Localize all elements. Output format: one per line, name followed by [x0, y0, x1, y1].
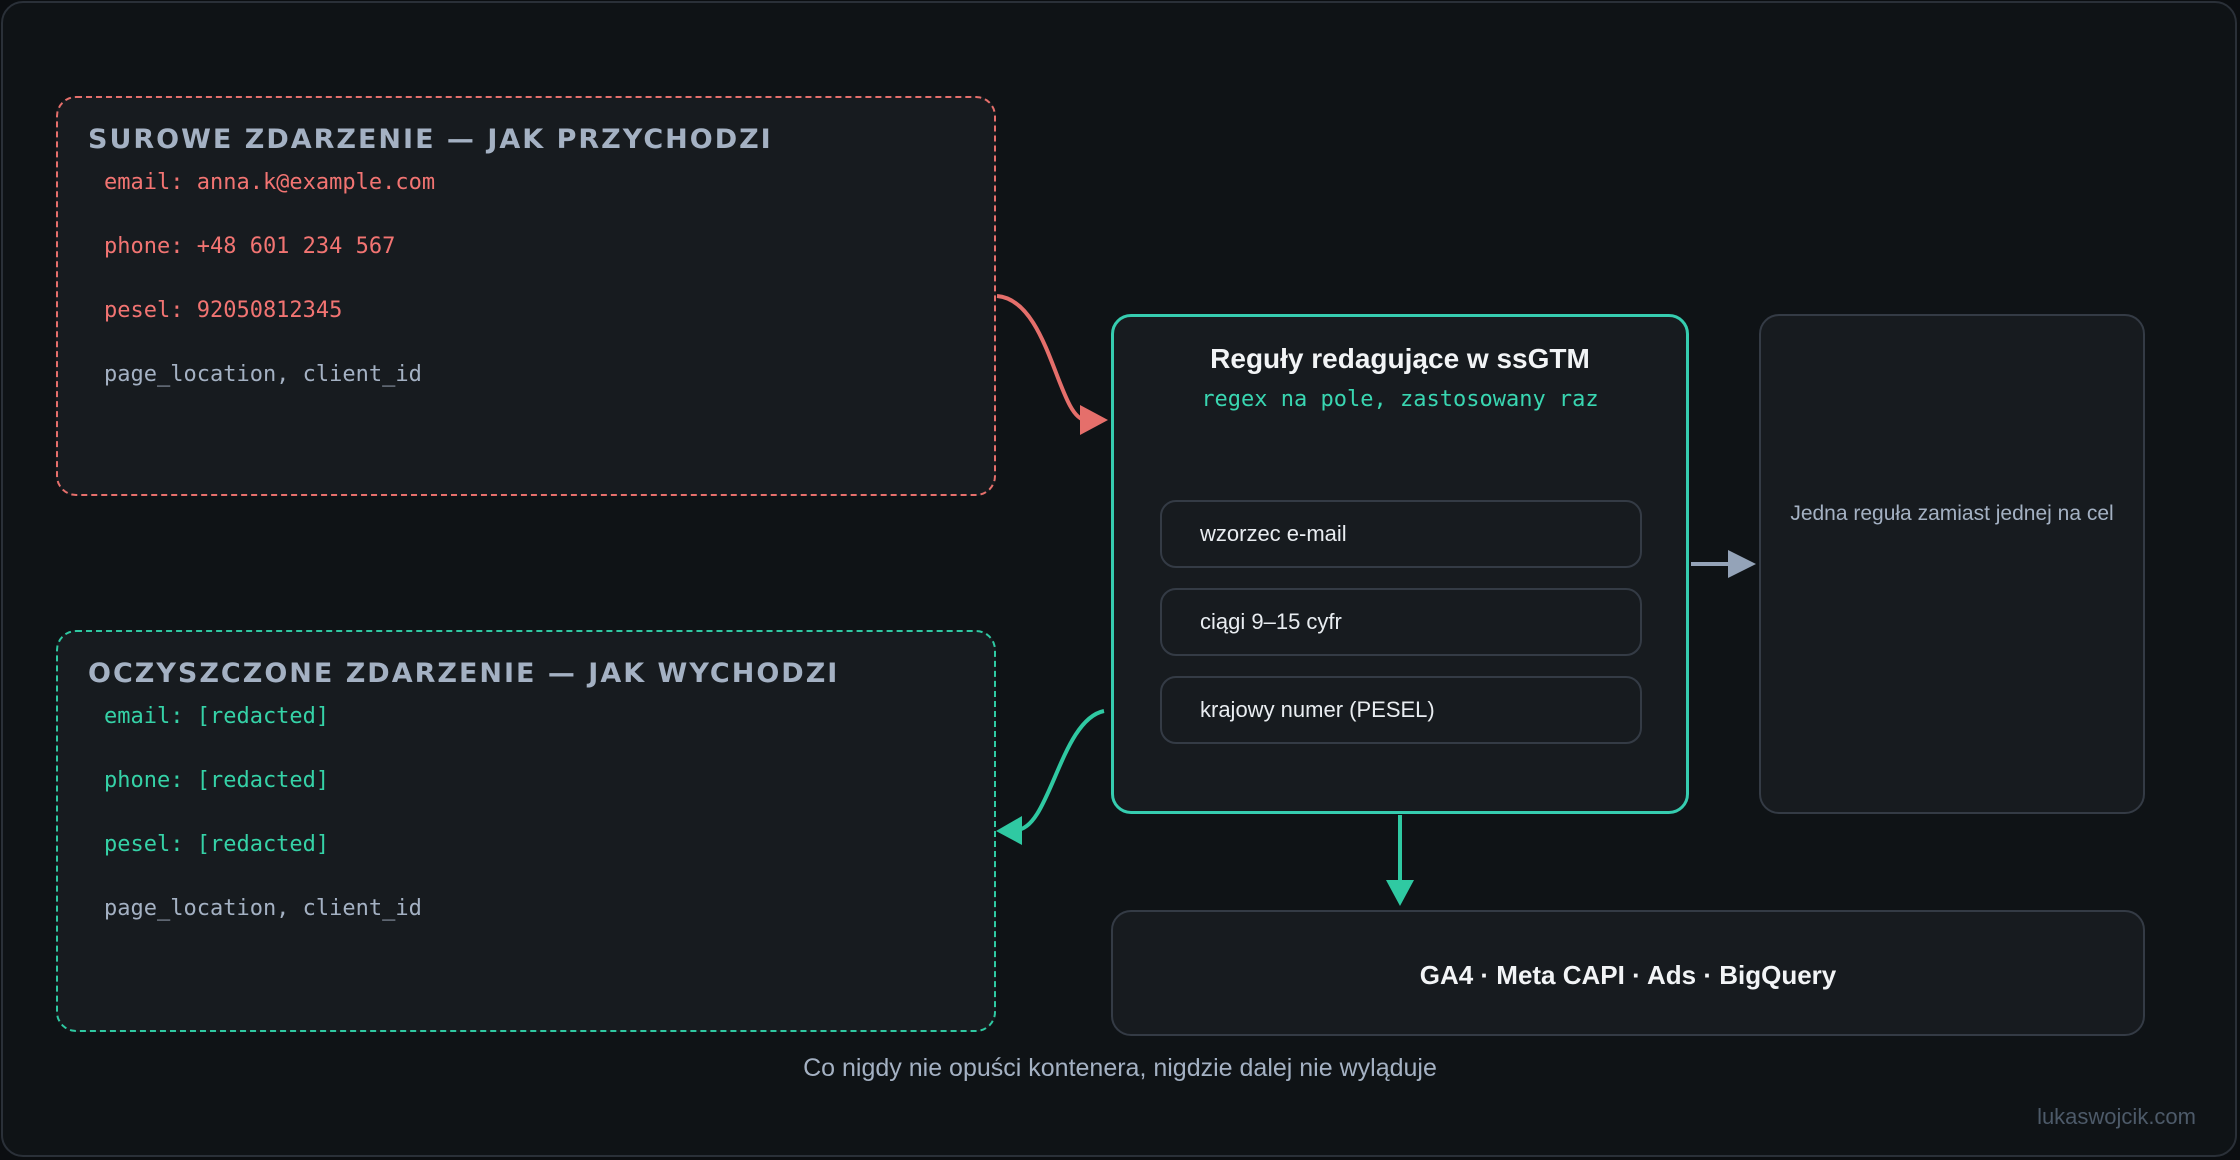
- clean-event-title: OCZYSZCZONE ZDARZENIE — JAK WYCHODZI: [88, 658, 840, 689]
- rules-title: Reguły redagujące w ssGTM: [1210, 343, 1590, 374]
- credit-text: lukaswojcik.com: [2037, 1104, 2196, 1129]
- pattern-digits: ciągi 9–15 cyfr: [1160, 588, 1642, 656]
- raw-field-phone: phone: +48 601 234 567: [104, 234, 396, 259]
- redaction-rules-panel: Reguły redagujące w ssGTM regex na pole,…: [1111, 314, 1689, 814]
- raw-event-title: SUROWE ZDARZENIE — JAK PRZYCHODZI: [88, 124, 773, 155]
- pattern-email: wzorzec e-mail: [1160, 500, 1642, 568]
- destinations-panel: GA4 · Meta CAPI · Ads · BigQuery: [1111, 910, 2145, 1036]
- raw-event-panel: SUROWE ZDARZENIE — JAK PRZYCHODZI email:…: [56, 96, 996, 496]
- clean-field-phone: phone: [redacted]: [104, 768, 330, 793]
- pattern-pesel: krajowy numer (PESEL): [1160, 676, 1642, 744]
- raw-field-pesel: pesel: 92050812345: [104, 298, 343, 323]
- raw-field-context: page_location, client_id: [104, 362, 422, 387]
- diagram-caption: Co nigdy nie opuści kontenera, nigdzie d…: [803, 1054, 1437, 1082]
- clean-field-email: email: [redacted]: [104, 704, 330, 729]
- destinations-text: GA4 · Meta CAPI · Ads · BigQuery: [1419, 960, 1837, 990]
- note-panel: Jedna reguła zamiast jednej na cel: [1759, 314, 2145, 814]
- raw-field-email: email: anna.k@example.com: [104, 170, 436, 195]
- clean-field-context: page_location, client_id: [104, 896, 422, 921]
- clean-event-panel: OCZYSZCZONE ZDARZENIE — JAK WYCHODZI ema…: [56, 630, 996, 1032]
- clean-field-pesel: pesel: [redacted]: [104, 832, 330, 857]
- rules-subtitle: regex na pole, zastosowany raz: [1201, 387, 1599, 412]
- note-text: Jedna reguła zamiast jednej na cel: [1790, 502, 2114, 525]
